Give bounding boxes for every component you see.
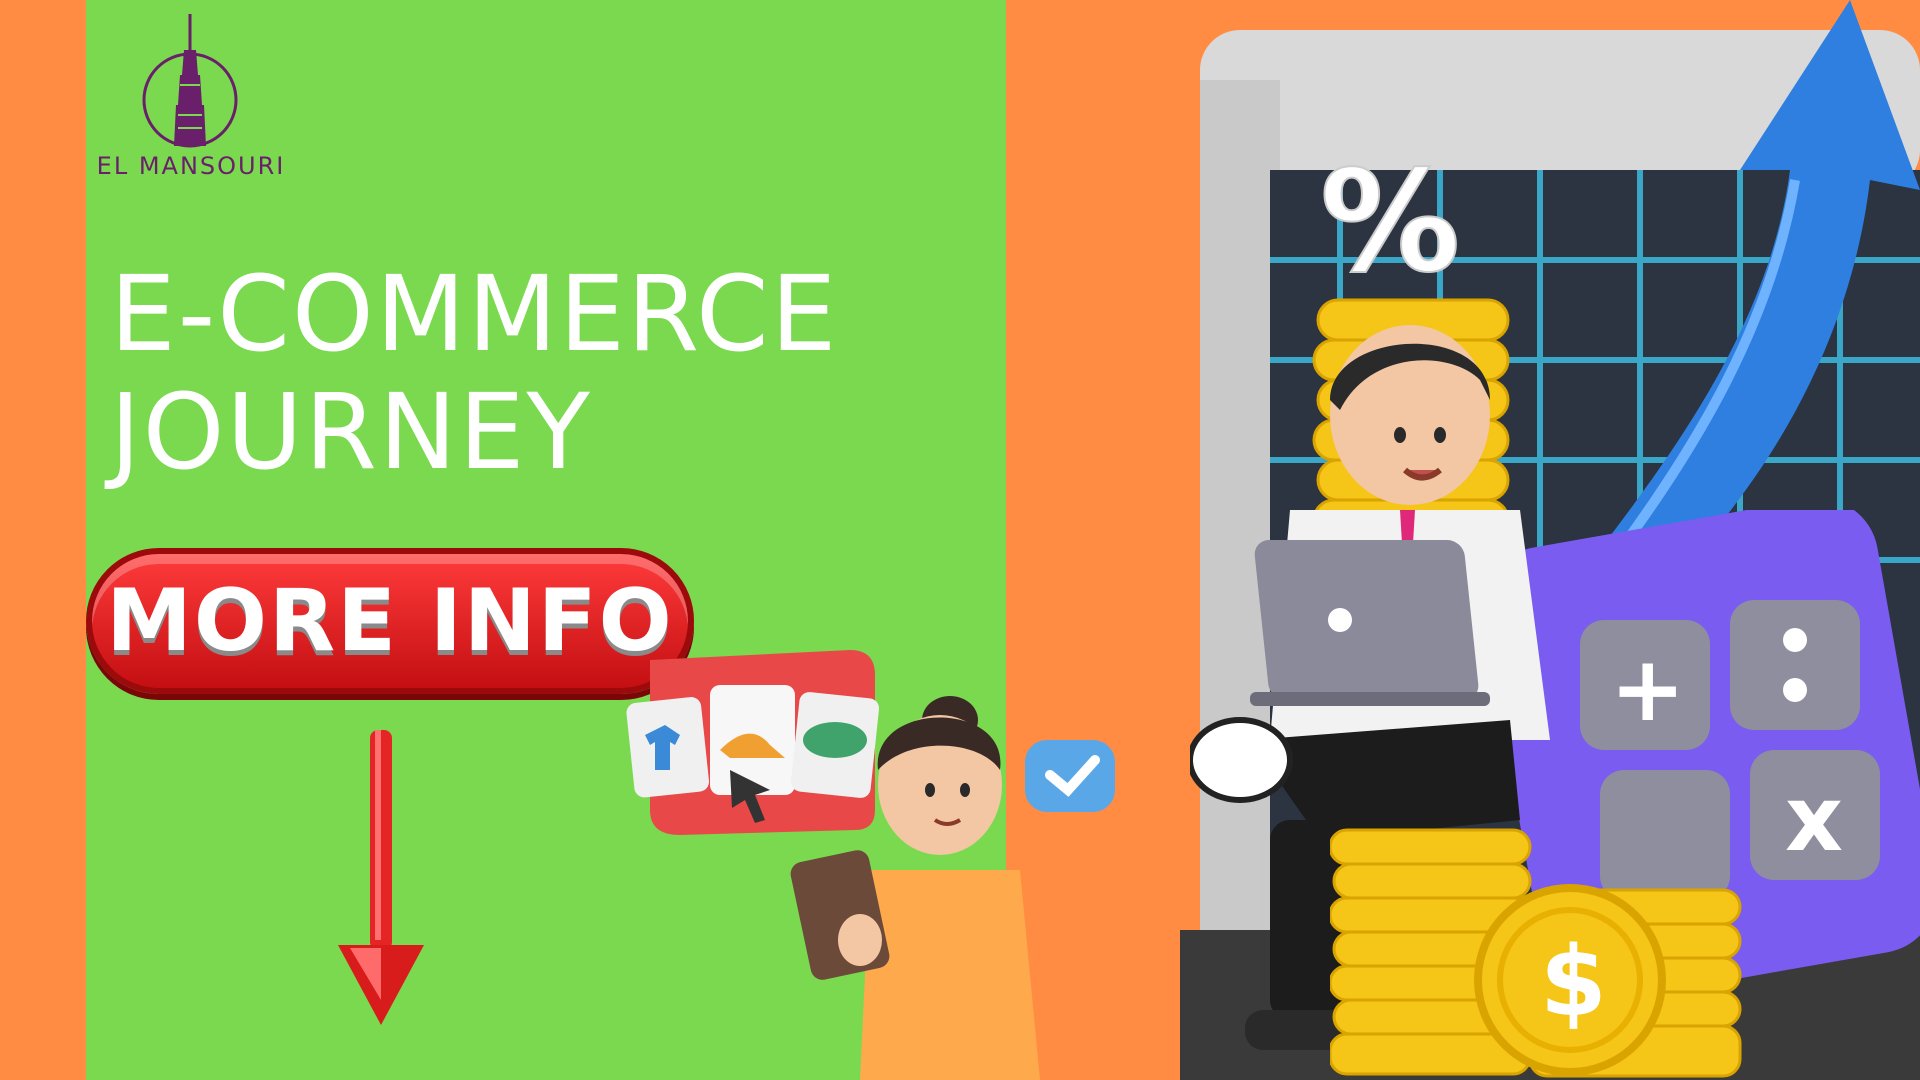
percent-symbol: %	[1320, 150, 1460, 304]
title-line-2: JOURNEY	[110, 371, 592, 493]
page-title: E-COMMERCE JOURNEY	[110, 255, 838, 491]
dollar-symbol: $	[1540, 926, 1607, 1038]
calc-plus: +	[1610, 637, 1685, 742]
calc-times: x	[1785, 767, 1843, 872]
more-info-label: MORE INFO	[106, 571, 674, 671]
woman-shopping-illustration	[626, 650, 1115, 1080]
more-info-button[interactable]: MORE INFO	[86, 548, 694, 694]
brand-logo[interactable]: EL MANSOURI	[96, 10, 296, 180]
down-arrow-icon	[338, 730, 424, 1025]
tower-logo-icon	[142, 14, 238, 148]
brand-name: EL MANSOURI	[96, 152, 286, 180]
coin-stack-bottom: $	[1330, 828, 1742, 1078]
title-line-1: E-COMMERCE	[110, 253, 839, 375]
